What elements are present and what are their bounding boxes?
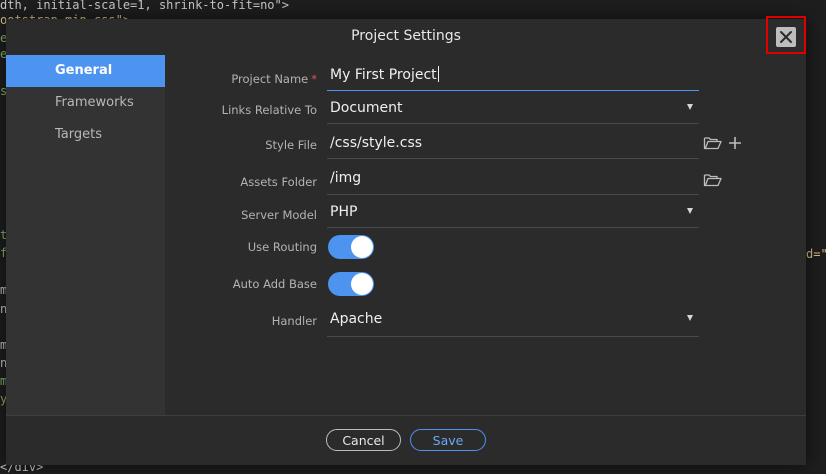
auto-add-base-toggle[interactable] bbox=[328, 272, 374, 296]
close-button-highlight bbox=[766, 16, 806, 54]
settings-form: Project Name * My First Project Links Rel… bbox=[165, 55, 806, 415]
settings-sidebar: General Frameworks Targets bbox=[6, 55, 165, 415]
handler-label: Handler bbox=[271, 314, 317, 328]
toggle-knob bbox=[351, 273, 373, 295]
server-model-select[interactable]: PHP bbox=[327, 196, 699, 228]
folder-open-icon[interactable] bbox=[703, 135, 723, 153]
save-button[interactable]: Save bbox=[410, 429, 486, 451]
links-relative-label: Links Relative To bbox=[221, 103, 317, 117]
dropdown-arrow-icon bbox=[687, 315, 693, 321]
code-line: dth, initial-scale=1, shrink-to-fit=no"> bbox=[0, 0, 289, 12]
dialog-footer: Cancel Save bbox=[6, 415, 806, 465]
assets-folder-input[interactable]: /img bbox=[327, 162, 699, 195]
toggle-knob bbox=[351, 236, 373, 258]
required-mark: * bbox=[311, 72, 317, 86]
text-caret bbox=[437, 66, 439, 82]
use-routing-toggle[interactable] bbox=[328, 235, 374, 259]
folder-open-icon[interactable] bbox=[703, 172, 723, 190]
sidebar-item-targets[interactable]: Targets bbox=[6, 119, 165, 151]
sidebar-item-frameworks[interactable]: Frameworks bbox=[6, 87, 165, 119]
project-name-label: Project Name * bbox=[231, 72, 317, 86]
project-name-input[interactable]: My First Project bbox=[327, 59, 699, 91]
style-file-label: Style File bbox=[265, 138, 317, 152]
assets-folder-label: Assets Folder bbox=[240, 175, 317, 189]
sidebar-item-general[interactable]: General bbox=[6, 55, 165, 87]
links-relative-select[interactable]: Document bbox=[327, 92, 699, 124]
cancel-button[interactable]: Cancel bbox=[326, 429, 401, 451]
dropdown-arrow-icon bbox=[687, 104, 693, 110]
use-routing-label: Use Routing bbox=[247, 240, 317, 254]
handler-select[interactable]: Apache bbox=[327, 303, 699, 337]
style-file-input[interactable]: /css/style.css bbox=[327, 127, 699, 159]
server-model-label: Server Model bbox=[241, 208, 317, 222]
add-icon[interactable] bbox=[727, 135, 747, 153]
dialog-title: Project Settings bbox=[351, 28, 461, 44]
project-settings-dialog: Project Settings General Frameworks Targ… bbox=[6, 19, 806, 465]
code-line-right: d=" bbox=[806, 247, 826, 261]
auto-add-base-label: Auto Add Base bbox=[232, 277, 317, 291]
dropdown-arrow-icon bbox=[687, 208, 693, 214]
